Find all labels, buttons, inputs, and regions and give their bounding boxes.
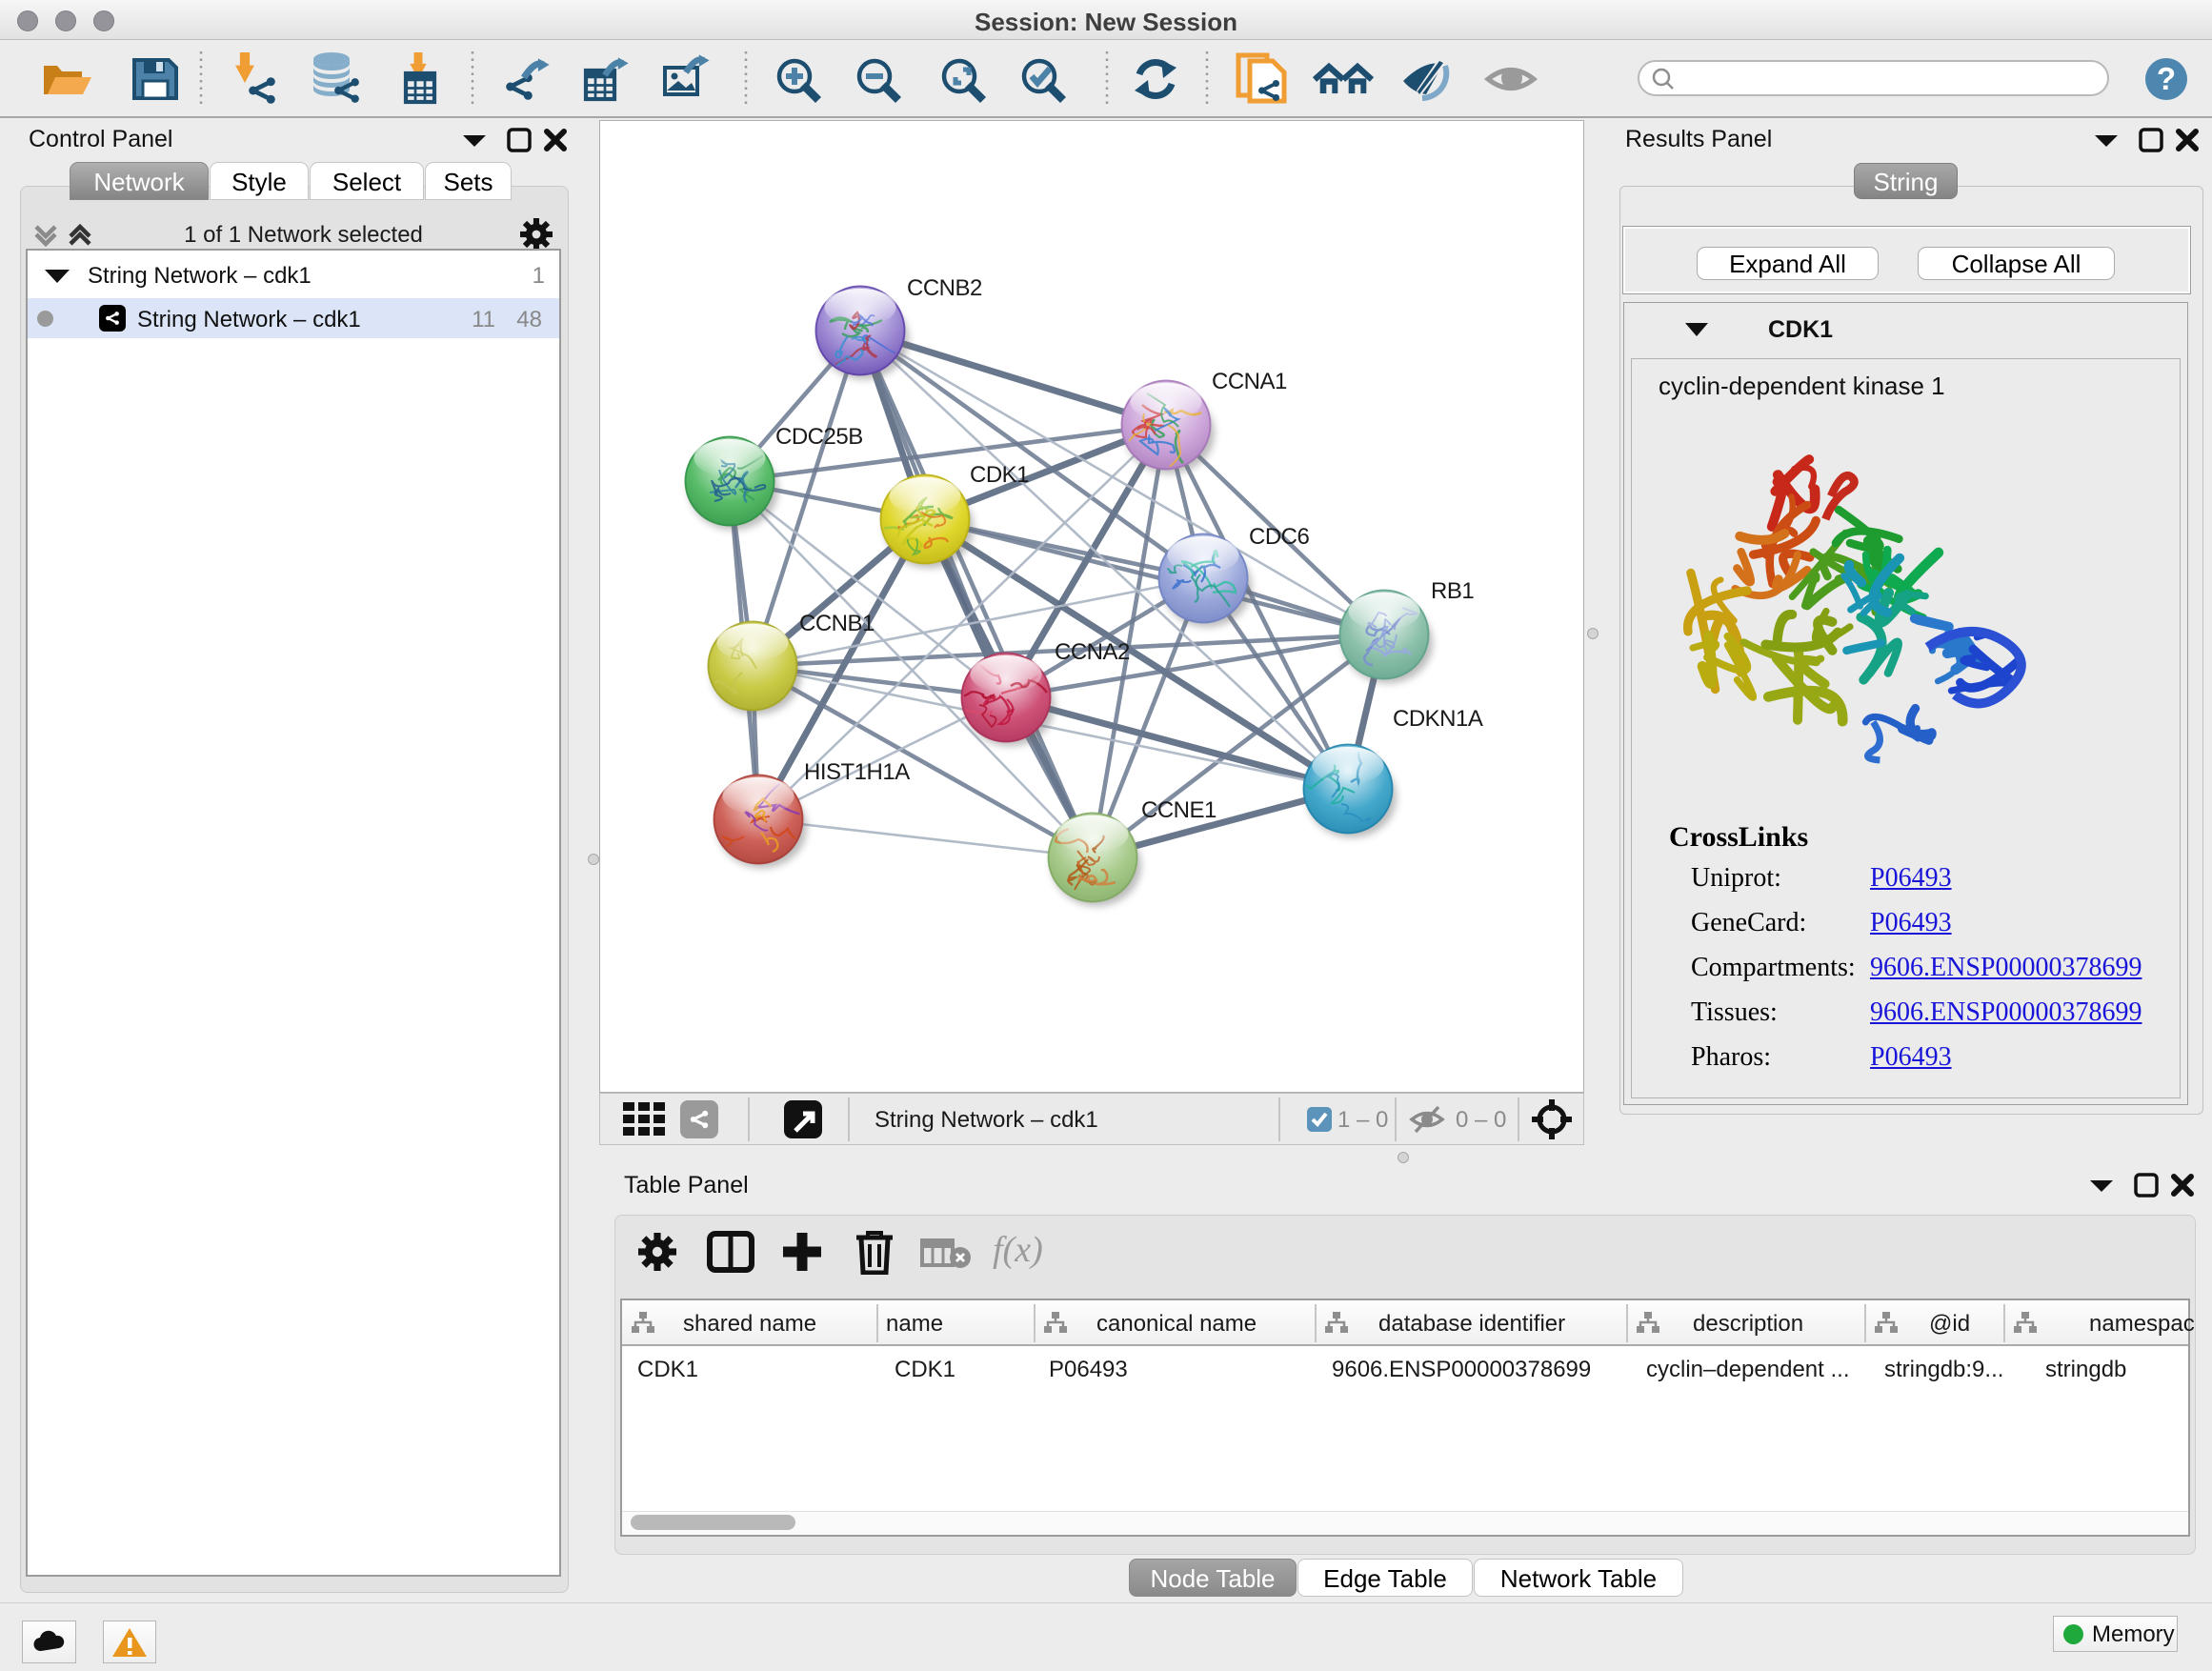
svg-text:CCNA1: CCNA1 [1212, 369, 1287, 394]
svg-text:CCNE1: CCNE1 [1141, 797, 1217, 823]
svg-text:CCNB2: CCNB2 [907, 275, 982, 301]
svg-text:CCNA2: CCNA2 [1055, 639, 1130, 665]
svg-text:CDK1: CDK1 [970, 462, 1029, 488]
svg-text:CDKN1A: CDKN1A [1393, 706, 1483, 732]
svg-text:HIST1H1A: HIST1H1A [804, 759, 910, 785]
svg-text:CDC25B: CDC25B [775, 424, 863, 450]
svg-text:CCNB1: CCNB1 [799, 611, 875, 636]
svg-text:CDC6: CDC6 [1249, 524, 1309, 550]
svg-text:RB1: RB1 [1431, 578, 1474, 604]
